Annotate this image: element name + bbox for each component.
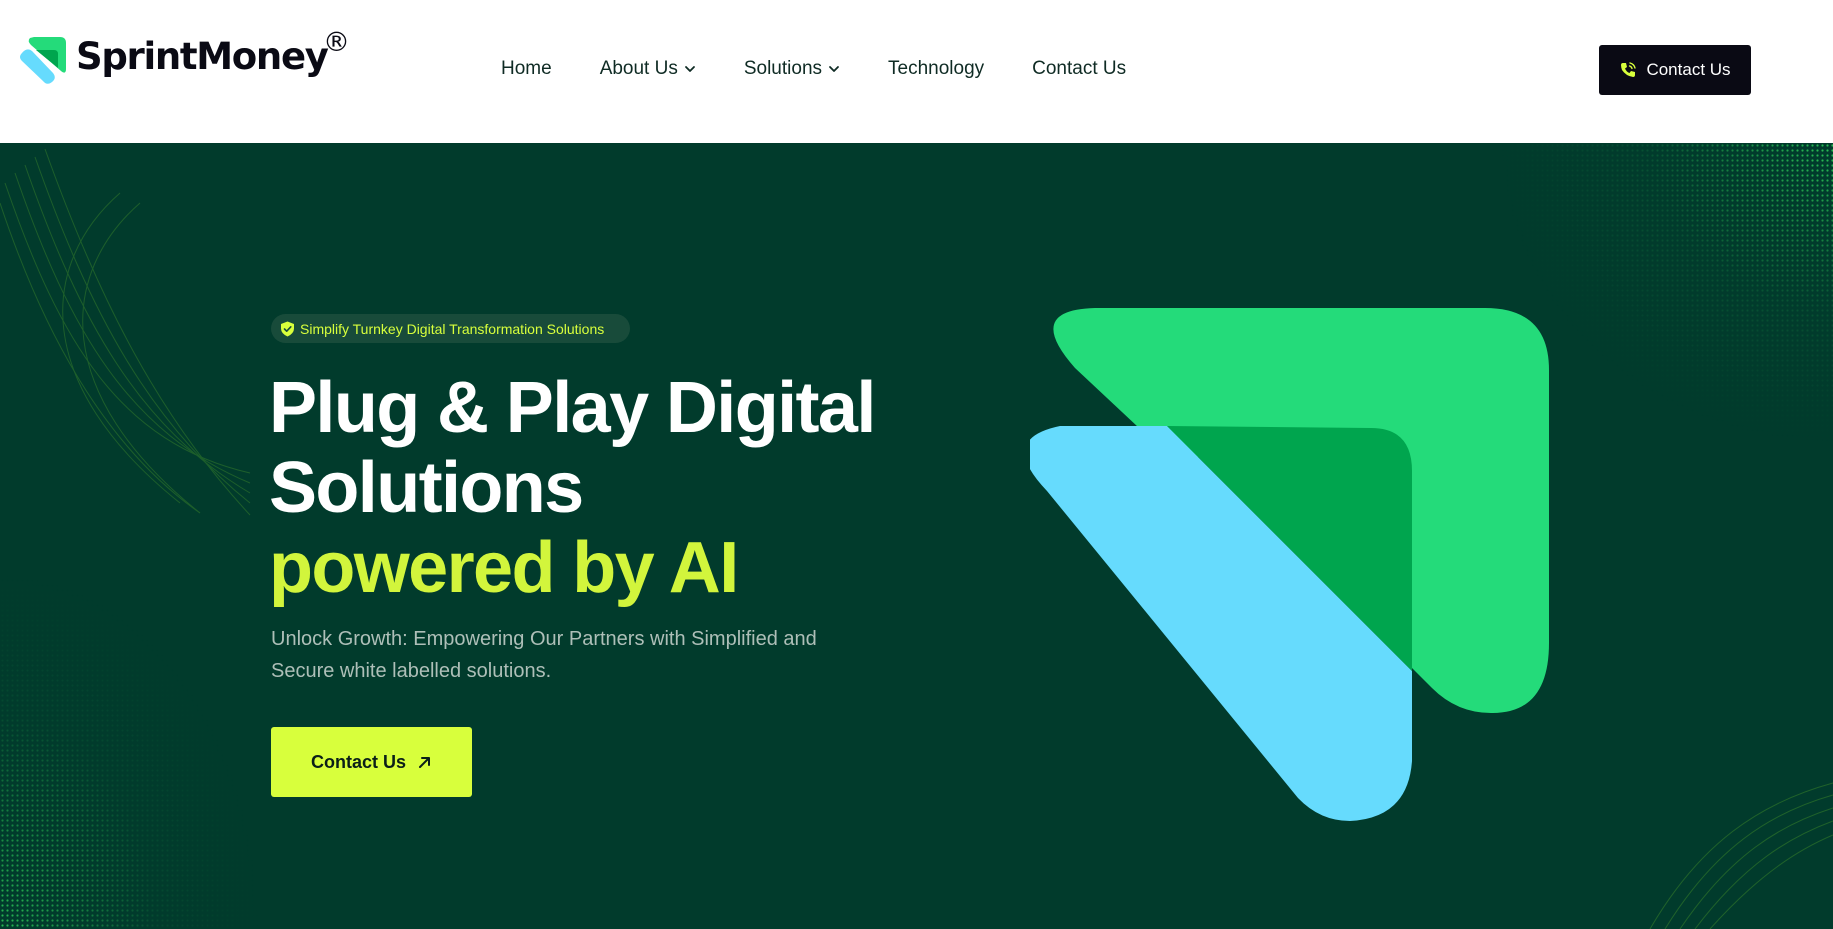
header-contact-button[interactable]: Contact Us (1599, 45, 1751, 95)
nav-item-solutions[interactable]: Solutions (744, 57, 840, 81)
hero-badge-text: Simplify Turnkey Digital Transformation … (300, 320, 605, 337)
logo-text: SprintMoney (76, 35, 329, 78)
logo[interactable]: SprintMoney ® (18, 28, 358, 88)
hero-title-line-1: Plug & Play Digital (269, 368, 876, 448)
hero-title: Plug & Play Digital Solutions powered by… (269, 368, 1029, 608)
brand-mark-graphic (1030, 308, 1549, 821)
nav-item-label: Technology (888, 58, 985, 79)
chevron-down-icon (829, 66, 839, 72)
hero-title-line-2: Solutions (269, 448, 584, 528)
nav-item-technology[interactable]: Technology (888, 57, 984, 81)
header-contact-label: Contact Us (1646, 60, 1731, 79)
main-nav: Home About Us Solutions Technology Conta… (501, 56, 1126, 82)
hero-badge: Simplify Turnkey Digital Transformation … (271, 314, 630, 343)
nav-item-label: Solutions (743, 58, 823, 79)
hero-subtitle: Unlock Growth: Empowering Our Partners w… (271, 628, 817, 682)
chevron-down-icon (684, 66, 695, 72)
registered-mark: ® (323, 27, 350, 58)
nav-item-label: Contact Us (1032, 58, 1127, 79)
nav-item-home[interactable]: Home (501, 57, 552, 81)
hero-title-accent: powered by AI (269, 528, 739, 608)
shield-check-icon (281, 321, 294, 336)
phone-icon (1621, 62, 1637, 77)
nav-item-about-us[interactable]: About Us (600, 57, 696, 81)
nav-item-label: Home (501, 58, 552, 79)
nav-item-label: About Us (599, 58, 678, 79)
logo-mark-icon (20, 37, 66, 84)
arrow-up-right-icon (419, 756, 430, 768)
hero-contact-button[interactable]: Contact Us (271, 727, 472, 797)
hero-contact-label: Contact Us (310, 751, 406, 772)
nav-item-contact-us[interactable]: Contact Us (1032, 57, 1126, 81)
site-header: SprintMoney ® Home About Us Solutions Te… (0, 0, 1833, 143)
hero-section: Simplify Turnkey Digital Transformation … (0, 143, 1833, 929)
